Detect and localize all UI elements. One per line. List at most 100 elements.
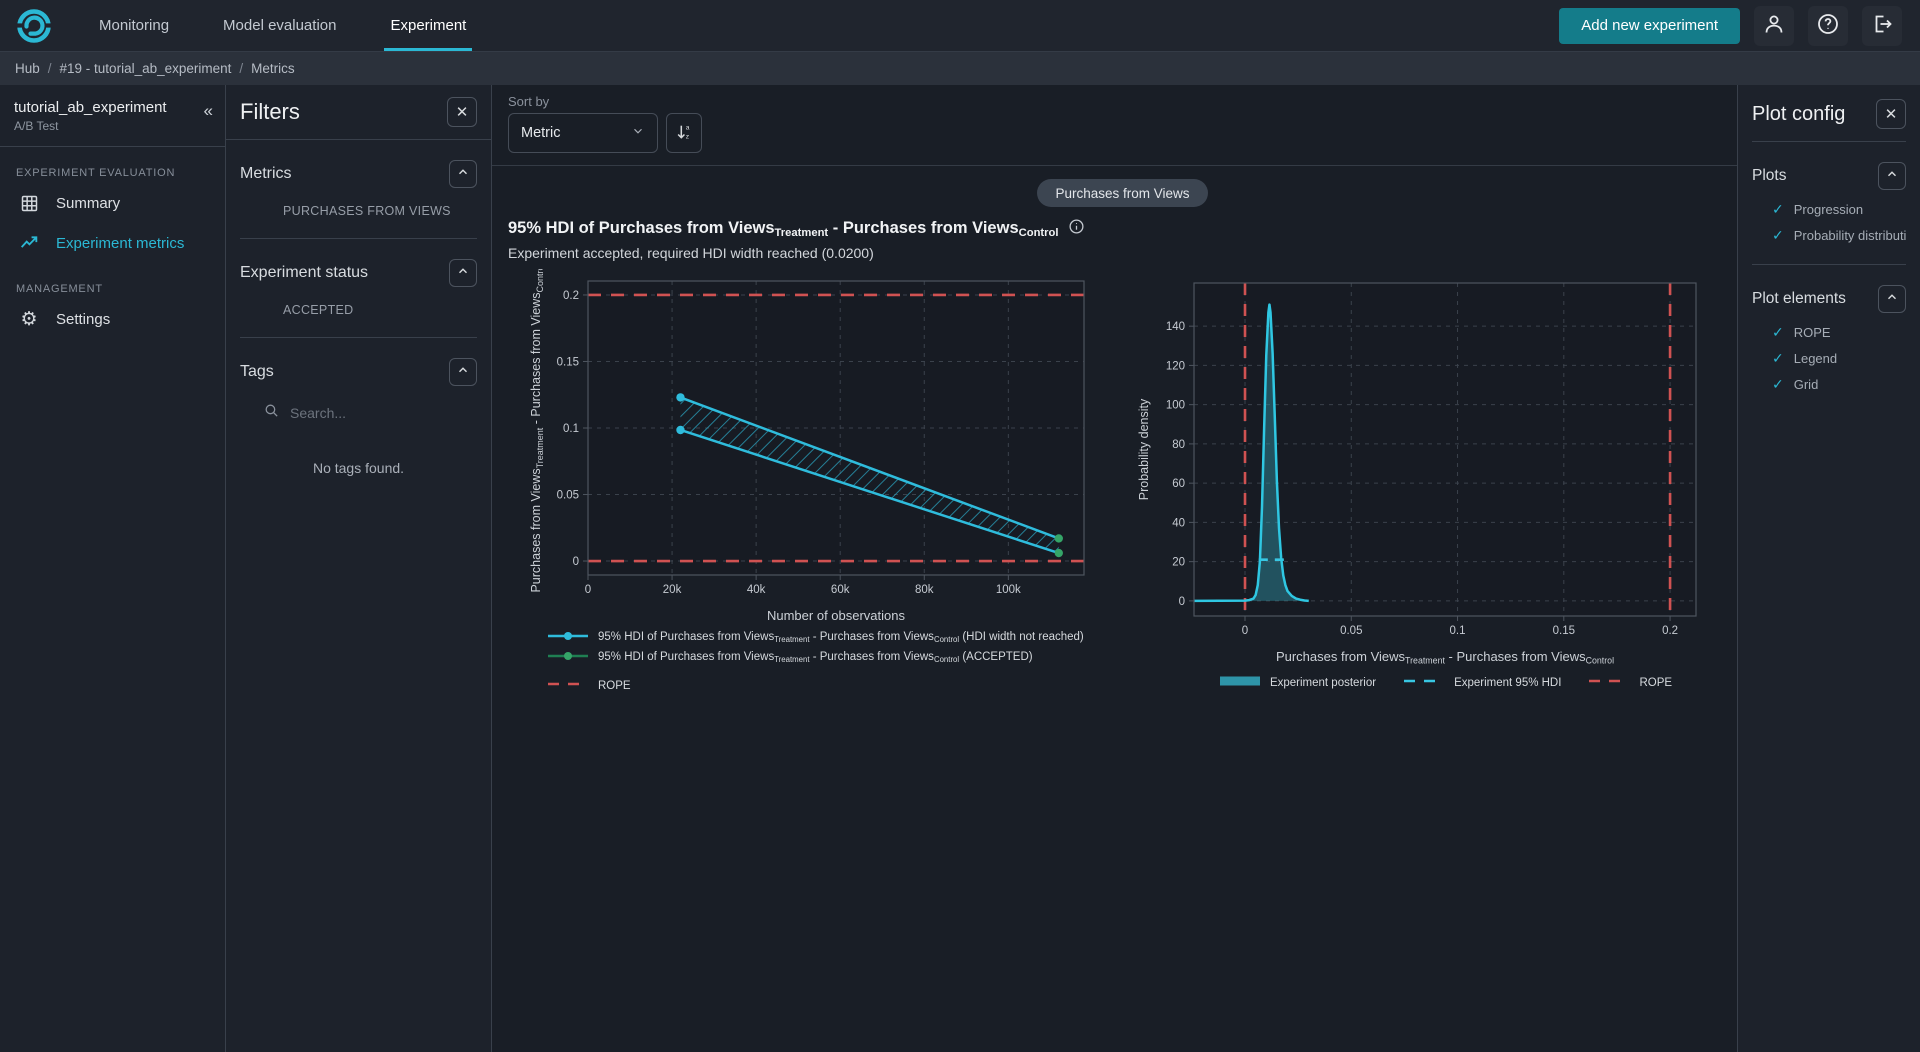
- add-new-experiment-button[interactable]: Add new experiment: [1559, 8, 1740, 44]
- toggle-label: ROPE: [1794, 325, 1831, 340]
- divider: [240, 337, 477, 338]
- svg-text:100: 100: [1166, 400, 1185, 412]
- help-button[interactable]: [1808, 6, 1848, 46]
- breadcrumb-experiment[interactable]: #19 - tutorial_ab_experiment: [60, 61, 232, 76]
- posterior-plot-area[interactable]: 00.050.10.150.2020406080100120140Probabi…: [1130, 269, 1712, 646]
- divider: [0, 146, 225, 147]
- filters-close-button[interactable]: ✕: [447, 97, 477, 127]
- legend-item: 95% HDI of Purchases from ViewsTreatment…: [546, 649, 1100, 666]
- progression-plot-area[interactable]: 020k40k60k80k100k00.050.10.150.2Purchase…: [522, 269, 1100, 606]
- svg-text:z: z: [686, 133, 690, 140]
- check-icon: ✓: [1772, 201, 1784, 218]
- chevron-up-icon: [456, 363, 470, 381]
- section-heading-evaluation: EXPERIMENT EVALUATION: [16, 167, 225, 179]
- breadcrumb-metrics[interactable]: Metrics: [251, 61, 295, 76]
- status-filter-item[interactable]: ACCEPTED: [240, 303, 477, 317]
- tags-collapse-button[interactable]: [449, 358, 477, 386]
- experiment-type: A/B Test: [14, 119, 211, 133]
- logout-button[interactable]: [1862, 6, 1902, 46]
- sidebar-item-experiment-metrics[interactable]: Experiment metrics: [0, 223, 225, 263]
- status-filter-heading: Experiment status: [240, 264, 368, 282]
- breadcrumb: Hub / #19 - tutorial_ab_experiment / Met…: [0, 52, 1920, 85]
- search-icon: [263, 402, 280, 424]
- metrics-filter-heading: Metrics: [240, 165, 292, 183]
- svg-text:40k: 40k: [747, 584, 766, 596]
- filters-panel: Filters ✕ Metrics PURCHASES FROM VIEWS E…: [226, 85, 492, 1052]
- toggle-rope[interactable]: ✓ ROPE: [1752, 319, 1906, 345]
- posterior-chart[interactable]: 00.050.10.150.2020406080100120140Probabi…: [1130, 269, 1712, 694]
- posterior-svg: 00.050.10.150.2020406080100120140Probabi…: [1130, 269, 1712, 641]
- toggle-label: Progression: [1794, 202, 1863, 217]
- posterior-xlabel: Purchases from ViewsTreatment - Purchase…: [1194, 649, 1696, 665]
- status-collapse-button[interactable]: [449, 259, 477, 287]
- experiment-name: tutorial_ab_experiment: [14, 99, 211, 116]
- close-icon: ✕: [456, 103, 469, 121]
- toggle-label: Probability distribution: [1794, 228, 1906, 243]
- experiment-status-text: Experiment accepted, required HDI width …: [508, 245, 1737, 261]
- sidebar-item-summary[interactable]: Summary: [0, 183, 225, 223]
- info-icon[interactable]: [1068, 218, 1085, 240]
- tab-experiment[interactable]: Experiment: [384, 0, 472, 51]
- svg-text:100k: 100k: [996, 584, 1021, 596]
- toggle-label: Grid: [1794, 377, 1819, 392]
- toggle-progression[interactable]: ✓ Progression: [1752, 196, 1906, 222]
- toggle-label: Legend: [1794, 351, 1837, 366]
- sort-by-value: Metric: [521, 125, 560, 141]
- legend-item: Experiment posterior: [1218, 674, 1376, 691]
- sort-az-icon: a z: [675, 122, 693, 145]
- toggle-grid[interactable]: ✓ Grid: [1752, 371, 1906, 397]
- tab-model-evaluation[interactable]: Model evaluation: [217, 0, 342, 51]
- svg-text:0: 0: [585, 584, 591, 596]
- svg-text:Purchases from ViewsTreatment: Purchases from ViewsTreatment - Purchase…: [529, 269, 545, 593]
- logout-icon: [1870, 12, 1894, 39]
- breadcrumb-separator: /: [239, 61, 243, 76]
- top-navbar: Monitoring Model evaluation Experiment A…: [0, 0, 1920, 52]
- sort-by-label: Sort by: [508, 94, 1737, 109]
- metrics-collapse-button[interactable]: [449, 160, 477, 188]
- nav-tabs: Monitoring Model evaluation Experiment: [72, 0, 493, 51]
- tags-filter-heading: Tags: [240, 363, 274, 381]
- legend-swatch: [546, 677, 590, 694]
- main-content: Sort by Metric a: [492, 85, 1737, 1052]
- sort-direction-button[interactable]: a z: [666, 113, 702, 153]
- tags-empty-message: No tags found.: [240, 460, 477, 476]
- svg-text:0.1: 0.1: [1450, 625, 1466, 637]
- app-logo[interactable]: [0, 0, 72, 51]
- svg-text:60: 60: [1172, 478, 1185, 490]
- sidebar: tutorial_ab_experiment « A/B Test EXPERI…: [0, 85, 226, 1052]
- chevron-up-icon: [1885, 167, 1899, 185]
- plots-collapse-button[interactable]: [1878, 162, 1906, 190]
- svg-text:0.2: 0.2: [1662, 625, 1678, 637]
- plot-config-panel: Plot config ✕ Plots ✓ Progression ✓: [1737, 85, 1920, 1052]
- metric-title: 95% HDI of Purchases from ViewsTreatment…: [508, 219, 1059, 239]
- metric-chip[interactable]: Purchases from Views: [1037, 179, 1207, 207]
- progression-chart[interactable]: 020k40k60k80k100k00.050.10.150.2Purchase…: [522, 269, 1100, 694]
- plot-elements-collapse-button[interactable]: [1878, 285, 1906, 313]
- legend-swatch: [546, 629, 590, 646]
- svg-text:40: 40: [1172, 517, 1185, 529]
- legend-swatch: [1218, 674, 1262, 691]
- svg-text:0: 0: [1179, 596, 1185, 608]
- user-account-button[interactable]: [1754, 6, 1794, 46]
- chevron-down-icon: [631, 124, 645, 143]
- sidebar-item-label: Settings: [56, 311, 110, 328]
- legend-swatch: [546, 649, 590, 666]
- gear-icon: ⚙: [18, 308, 40, 331]
- metric-filter-item[interactable]: PURCHASES FROM VIEWS: [240, 204, 477, 218]
- sidebar-item-label: Experiment metrics: [56, 235, 184, 252]
- toggle-legend[interactable]: ✓ Legend: [1752, 345, 1906, 371]
- tab-monitoring[interactable]: Monitoring: [93, 0, 175, 51]
- tags-search-input[interactable]: [290, 405, 460, 421]
- svg-text:0.2: 0.2: [563, 290, 579, 302]
- sort-by-dropdown[interactable]: Metric: [508, 113, 658, 153]
- divider: [226, 139, 491, 140]
- toggle-probability-distribution[interactable]: ✓ Probability distribution: [1752, 222, 1906, 248]
- app-window: Monitoring Model evaluation Experiment A…: [0, 0, 1920, 1052]
- sidebar-item-settings[interactable]: ⚙ Settings: [0, 299, 225, 339]
- breadcrumb-hub[interactable]: Hub: [15, 61, 40, 76]
- progression-svg: 020k40k60k80k100k00.050.10.150.2Purchase…: [522, 269, 1100, 601]
- sidebar-collapse-icon[interactable]: «: [204, 101, 213, 121]
- legend-item: ROPE: [546, 677, 1100, 694]
- plot-config-close-button[interactable]: ✕: [1876, 99, 1906, 129]
- divider: [492, 165, 1737, 166]
